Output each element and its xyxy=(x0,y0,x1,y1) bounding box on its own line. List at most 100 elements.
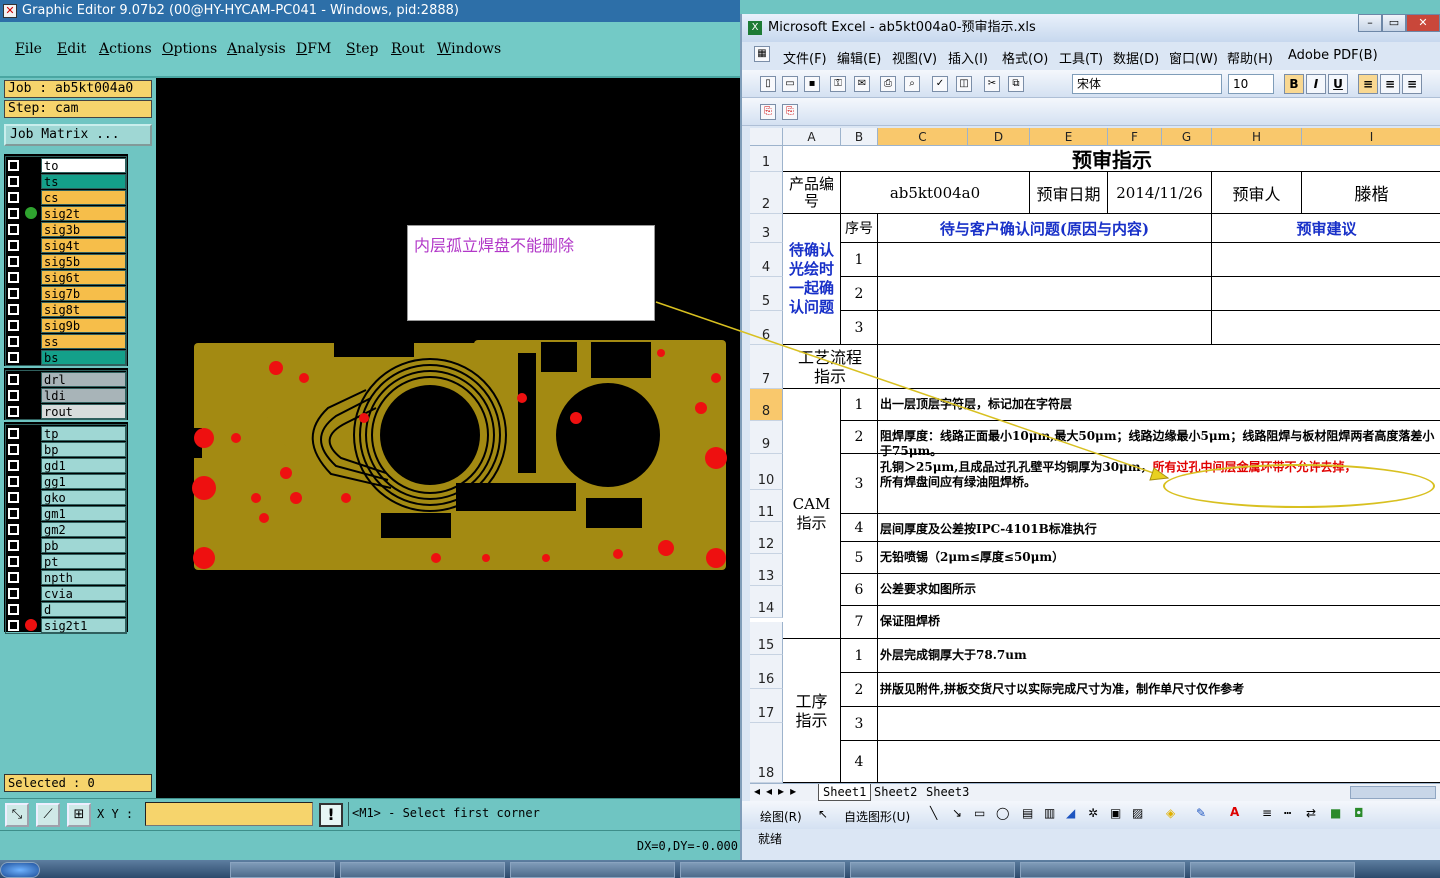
layer-affected-cell[interactable] xyxy=(19,569,41,585)
confirm-num[interactable]: 1 xyxy=(841,243,878,277)
taskbar-item[interactable] xyxy=(850,862,1015,878)
layer-name[interactable]: gm2 xyxy=(41,521,126,537)
line-icon[interactable]: ╲ xyxy=(930,806,937,820)
layer-row-to[interactable]: to xyxy=(6,157,126,173)
research-icon[interactable]: ◫ xyxy=(956,76,972,92)
layer-name[interactable]: bp xyxy=(41,441,126,457)
layer-row-sig5b[interactable]: sig5b xyxy=(6,253,126,269)
confirm-label[interactable]: 待确认光绘时一起确认问题 xyxy=(783,214,841,345)
xl-menu-data[interactable]: 数据(D) xyxy=(1113,48,1159,67)
layer-name[interactable]: gd1 xyxy=(41,457,126,473)
layer-row-pb[interactable]: pb xyxy=(6,537,126,553)
xl-menu-format[interactable]: 格式(O) xyxy=(1002,48,1048,67)
layer-name[interactable]: gko xyxy=(41,489,126,505)
xl-menu-edit[interactable]: 编辑(E) xyxy=(837,48,881,67)
xl-menu-tools[interactable]: 工具(T) xyxy=(1059,48,1103,67)
cam-item-number[interactable]: 5 xyxy=(841,542,878,574)
zoom-box-icon[interactable]: ⤡ xyxy=(5,803,29,827)
draw-menu[interactable]: 绘图(R) xyxy=(760,808,802,825)
close-icon[interactable]: ✕ xyxy=(1406,14,1440,32)
layer-checkbox[interactable] xyxy=(8,303,19,315)
minimize-icon[interactable]: – xyxy=(1358,14,1382,32)
layer-name[interactable]: sig8t xyxy=(41,301,126,317)
proc-item-text[interactable]: 外层完成铜厚大于78.7um xyxy=(878,639,1440,673)
layer-affected-cell[interactable] xyxy=(19,521,41,537)
italic-button[interactable]: I xyxy=(1306,74,1326,94)
tab-scroll-icon[interactable]: ◂◂▸▸ xyxy=(754,784,802,798)
xy-input[interactable] xyxy=(145,802,313,826)
tab-sheet2[interactable]: Sheet2 xyxy=(870,784,921,801)
layer-affected-cell[interactable] xyxy=(19,157,41,173)
layer-row-bp[interactable]: bp xyxy=(6,441,126,457)
menu-options[interactable]: Options xyxy=(162,41,217,57)
layer-checkbox[interactable] xyxy=(8,207,19,219)
3d-icon[interactable]: ◘ xyxy=(1354,806,1364,820)
row-header[interactable]: 6 xyxy=(750,311,783,345)
layer-checkbox[interactable] xyxy=(8,603,19,615)
permission-icon[interactable]: ⚿ xyxy=(830,76,846,92)
issue-cell[interactable] xyxy=(878,243,1212,277)
suggest-cell[interactable] xyxy=(1212,311,1440,345)
pdf-email-icon[interactable]: ⎘ xyxy=(782,104,798,120)
xl-menu-window[interactable]: 窗口(W) xyxy=(1169,48,1218,67)
date-value[interactable]: 2014/11/26 xyxy=(1108,172,1212,214)
suggest-cell[interactable] xyxy=(1212,243,1440,277)
line-color-icon[interactable]: ✎ xyxy=(1196,806,1206,820)
layer-affected-cell[interactable] xyxy=(19,617,41,633)
layer-checkbox[interactable] xyxy=(8,271,19,283)
row-header[interactable]: 1 xyxy=(750,146,783,172)
font-name-select[interactable]: 宋体 xyxy=(1072,74,1222,94)
row-header[interactable]: 8 xyxy=(750,389,783,421)
dash-style-icon[interactable]: ┅ xyxy=(1284,806,1291,820)
select-arrow-icon[interactable]: ↖ xyxy=(818,807,828,821)
layer-affected-cell[interactable] xyxy=(19,269,41,285)
row-header[interactable]: 14 xyxy=(750,586,783,618)
menu-analysis[interactable]: Analysis xyxy=(227,41,286,57)
layer-row-gm1[interactable]: gm1 xyxy=(6,505,126,521)
font-color-icon[interactable]: A xyxy=(1230,805,1239,819)
align-center-button[interactable]: ≡ xyxy=(1380,74,1400,94)
taskbar-item[interactable] xyxy=(510,862,675,878)
layer-row-d[interactable]: d xyxy=(6,601,126,617)
layer-name[interactable]: ss xyxy=(41,333,126,349)
col-header-g[interactable]: G xyxy=(1162,128,1212,146)
layer-checkbox[interactable] xyxy=(8,523,19,535)
menu-windows[interactable]: Windows xyxy=(437,41,501,57)
wordart-icon[interactable]: ◢ xyxy=(1066,806,1075,820)
row-header[interactable]: 10 xyxy=(750,454,783,490)
col-header-h[interactable]: H xyxy=(1212,128,1302,146)
taskbar-item[interactable] xyxy=(1190,862,1355,878)
cam-item-text[interactable]: 保证阻焊桥 xyxy=(878,606,1440,639)
row-header[interactable]: 13 xyxy=(750,554,783,586)
row-header[interactable]: 4 xyxy=(750,243,783,277)
issue-cell[interactable] xyxy=(878,311,1212,345)
layer-affected-cell[interactable] xyxy=(19,585,41,601)
xl-menu-help[interactable]: 帮助(H) xyxy=(1227,48,1273,67)
xl-menu-adobe[interactable]: Adobe PDF(B) xyxy=(1288,48,1378,63)
layer-row-ts[interactable]: ts xyxy=(6,173,126,189)
diagram-icon[interactable]: ✲ xyxy=(1088,806,1098,820)
process-label[interactable]: 工艺流程指示 xyxy=(783,345,878,389)
confirm-num[interactable]: 3 xyxy=(841,311,878,345)
start-button[interactable] xyxy=(0,862,40,878)
line-style-icon[interactable]: ≡ xyxy=(1262,806,1272,820)
layer-row-sig4t[interactable]: sig4t xyxy=(6,237,126,253)
proc-item-number[interactable]: 3 xyxy=(841,707,878,741)
tab-sheet1[interactable]: Sheet1 xyxy=(818,784,872,801)
rectangle-icon[interactable]: ▭ xyxy=(974,806,985,820)
layer-name[interactable]: ldi xyxy=(41,387,126,403)
layer-affected-cell[interactable] xyxy=(19,505,41,521)
col-header-i[interactable]: I xyxy=(1302,128,1440,146)
cam-item-text[interactable]: 阻焊厚度：线路正面最小10μm,最大50μm；线路边缘最小5μm；线路阻焊与板材… xyxy=(878,421,1440,458)
layer-name[interactable]: sig5b xyxy=(41,253,126,269)
confirm-num[interactable]: 2 xyxy=(841,277,878,311)
layer-checkbox[interactable] xyxy=(8,159,19,171)
layer-checkbox[interactable] xyxy=(8,539,19,551)
layer-row-gg1[interactable]: gg1 xyxy=(6,473,126,489)
layer-checkbox[interactable] xyxy=(8,351,19,363)
row-header[interactable]: 9 xyxy=(750,421,783,454)
col-header-a[interactable]: A xyxy=(783,128,841,146)
layer-checkbox[interactable] xyxy=(8,405,19,417)
layer-row-ss[interactable]: ss xyxy=(6,333,126,349)
layer-affected-cell[interactable] xyxy=(19,553,41,569)
